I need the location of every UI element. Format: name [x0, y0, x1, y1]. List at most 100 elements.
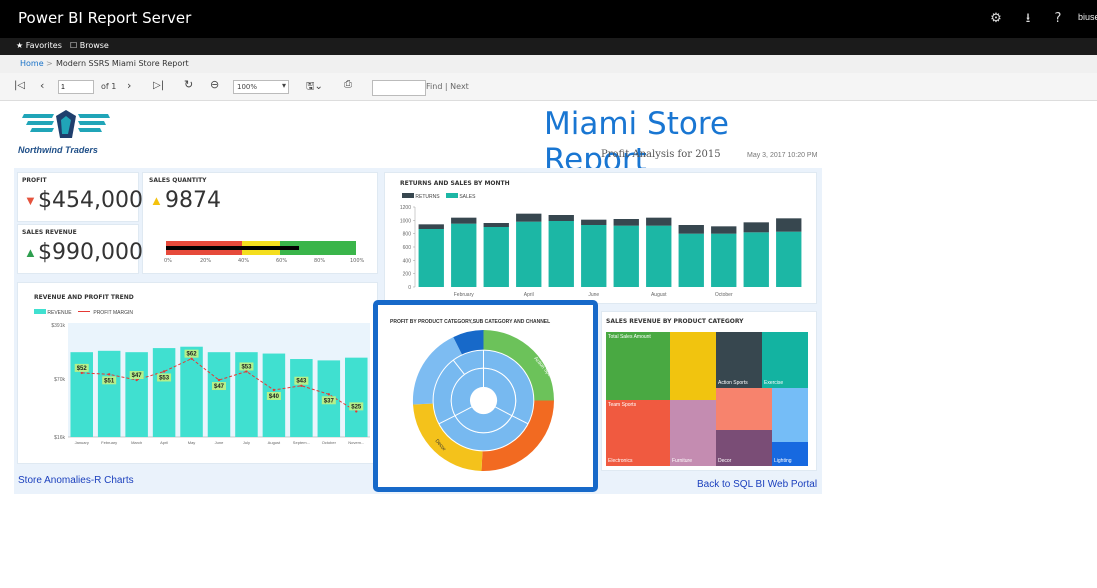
revenue-bar — [97, 350, 121, 437]
legend-label: SALES — [459, 194, 476, 200]
profit-margin-point — [135, 378, 138, 382]
zoom-select[interactable]: 100% ▾ — [233, 80, 289, 94]
data-label: $47 — [132, 373, 143, 379]
returns-sales-card: RETURNS AND SALES BY MONTH RETURNS SALES… — [384, 172, 817, 304]
report-timestamp: May 3, 2017 10:20 PM — [747, 152, 818, 159]
gear-icon[interactable]: ⚙ — [982, 8, 1010, 30]
returns-sales-title: RETURNS AND SALES BY MONTH — [400, 180, 510, 187]
page-input[interactable] — [58, 80, 94, 94]
bullet-tick: 100% — [350, 258, 365, 264]
y-tick-label: 1200 — [400, 205, 411, 211]
last-page-icon[interactable]: ▷| — [153, 80, 164, 91]
help-icon[interactable]: ? — [1044, 8, 1072, 30]
back-icon[interactable]: ⊖ — [210, 78, 219, 91]
returns-bar — [743, 222, 769, 233]
print-icon[interactable]: ⎙ — [344, 79, 352, 90]
sales-bar — [646, 225, 672, 287]
treemap-tile: Exercise — [762, 332, 808, 388]
back-to-portal-link[interactable]: Back to SQL BI Web Portal — [697, 479, 817, 490]
legend-swatch — [402, 193, 414, 198]
logo: Northwind Traders — [18, 108, 114, 158]
refresh-icon[interactable]: ↻ — [184, 78, 193, 91]
report-toolbar: |◁ ‹ of 1 › ▷| ↻ ⊖ 100% ▾ 🖫⌄ ⎙ Find | Ne… — [0, 73, 1097, 101]
treemap-tile: Decor — [716, 430, 772, 466]
sales-bar — [418, 229, 444, 287]
sales-bar — [743, 232, 769, 287]
revenue-bar — [180, 346, 203, 437]
x-tick-label: October — [322, 440, 337, 445]
revenue-trend-card: REVENUE AND PROFIT TREND REVENUE PROFIT … — [17, 282, 378, 464]
app-title: Power BI Report Server — [18, 9, 192, 27]
sales-bar — [711, 233, 737, 287]
store-anomalies-link[interactable]: Store Anomalies-R Charts — [18, 475, 134, 486]
x-tick-label: January — [75, 440, 89, 445]
sunburst-card[interactable]: PROFIT BY PRODUCT CATEGORY,SUB CATEGORY … — [373, 300, 598, 492]
nav-bar: ★ Favorites ☐ Browse — [0, 38, 1097, 55]
sales-bar — [516, 221, 542, 287]
data-label: $53 — [159, 375, 170, 381]
find-next-link[interactable]: Find | Next — [426, 82, 469, 91]
logo-text: Northwind Traders — [18, 145, 98, 155]
returns-bar — [711, 226, 737, 234]
sales-bar — [613, 225, 639, 287]
x-tick-label: June — [588, 292, 599, 298]
legend-label: PROFIT MARGIN — [93, 310, 133, 316]
bullet-chart — [166, 241, 356, 255]
next-page-icon[interactable]: › — [127, 79, 131, 92]
down-arrow-icon: ▼ — [24, 193, 37, 208]
data-label: $62 — [187, 352, 198, 358]
revenue-trend-chart: $391k $70k $16k January February March April Ma… — [51, 323, 370, 445]
returns-bar — [451, 217, 477, 224]
legend-swatch — [445, 193, 458, 198]
bullet-progress-bar — [166, 246, 299, 250]
treemap-title: SALES REVENUE BY PRODUCT CATEGORY — [606, 318, 744, 325]
bullet-ticks: 0% 20% 40% 60% 80% 100% — [164, 258, 365, 266]
up-arrow-icon: ▲ — [24, 245, 37, 260]
treemap-chart: Total Sales Amount Team Sports Electronic… — [606, 332, 808, 466]
treemap-tile — [670, 332, 716, 400]
x-tick-label: August — [651, 292, 667, 298]
treemap-tile: Action Sports — [716, 332, 762, 388]
sunburst-chart: Action Sports Decor — [412, 330, 556, 472]
profit-value: $454,000 — [38, 188, 143, 213]
data-label: $40 — [269, 394, 280, 400]
find-input[interactable] — [372, 80, 426, 96]
sales-quantity-value: 9874 — [165, 188, 221, 213]
returns-bar — [483, 223, 509, 227]
treemap-tile: Team Sports Electronics — [606, 400, 670, 466]
browse-link[interactable]: ☐ Browse — [70, 41, 109, 50]
y-tick-label: 600 — [403, 245, 412, 251]
download-icon[interactable]: ⭳ — [1014, 8, 1042, 30]
legend-label: REVENUE — [47, 310, 72, 316]
data-label: $43 — [296, 379, 307, 385]
returns-bar — [516, 213, 542, 222]
x-tick-label: April — [160, 440, 168, 445]
profit-margin-point — [80, 371, 83, 375]
profit-margin-point — [355, 410, 358, 413]
sales-bar — [451, 223, 477, 287]
profit-margin-point — [272, 388, 276, 392]
save-icon[interactable]: 🖫⌄ — [306, 79, 323, 96]
returns-bar — [418, 224, 444, 229]
first-page-icon[interactable]: |◁ — [14, 80, 25, 91]
breadcrumb: Home > Modern SSRS Miami Store Report — [0, 55, 1097, 74]
breadcrumb-home[interactable]: Home — [20, 59, 44, 68]
bullet-tick: 80% — [314, 258, 326, 264]
treemap-tile — [772, 388, 808, 442]
sales-revenue-label: SALES REVENUE — [22, 229, 77, 236]
x-tick-label: April — [524, 292, 534, 298]
prev-page-icon[interactable]: ‹ — [40, 79, 44, 92]
data-label: $52 — [77, 366, 88, 372]
y-tick-label: $391k — [51, 323, 65, 329]
returns-bar — [776, 218, 802, 232]
user-name[interactable]: biuse — [1078, 12, 1097, 22]
sales-revenue-value: $990,000 — [38, 240, 143, 265]
data-label: $47 — [214, 384, 225, 390]
y-tick-label: $16k — [54, 435, 65, 441]
favorites-link[interactable]: ★ Favorites — [16, 41, 62, 50]
profit-margin-point — [245, 370, 248, 373]
breadcrumb-current: Modern SSRS Miami Store Report — [56, 59, 189, 68]
up-arrow-icon: ▲ — [150, 193, 163, 208]
profit-label: PROFIT — [22, 177, 47, 184]
x-tick-label: Septem... — [293, 440, 310, 445]
